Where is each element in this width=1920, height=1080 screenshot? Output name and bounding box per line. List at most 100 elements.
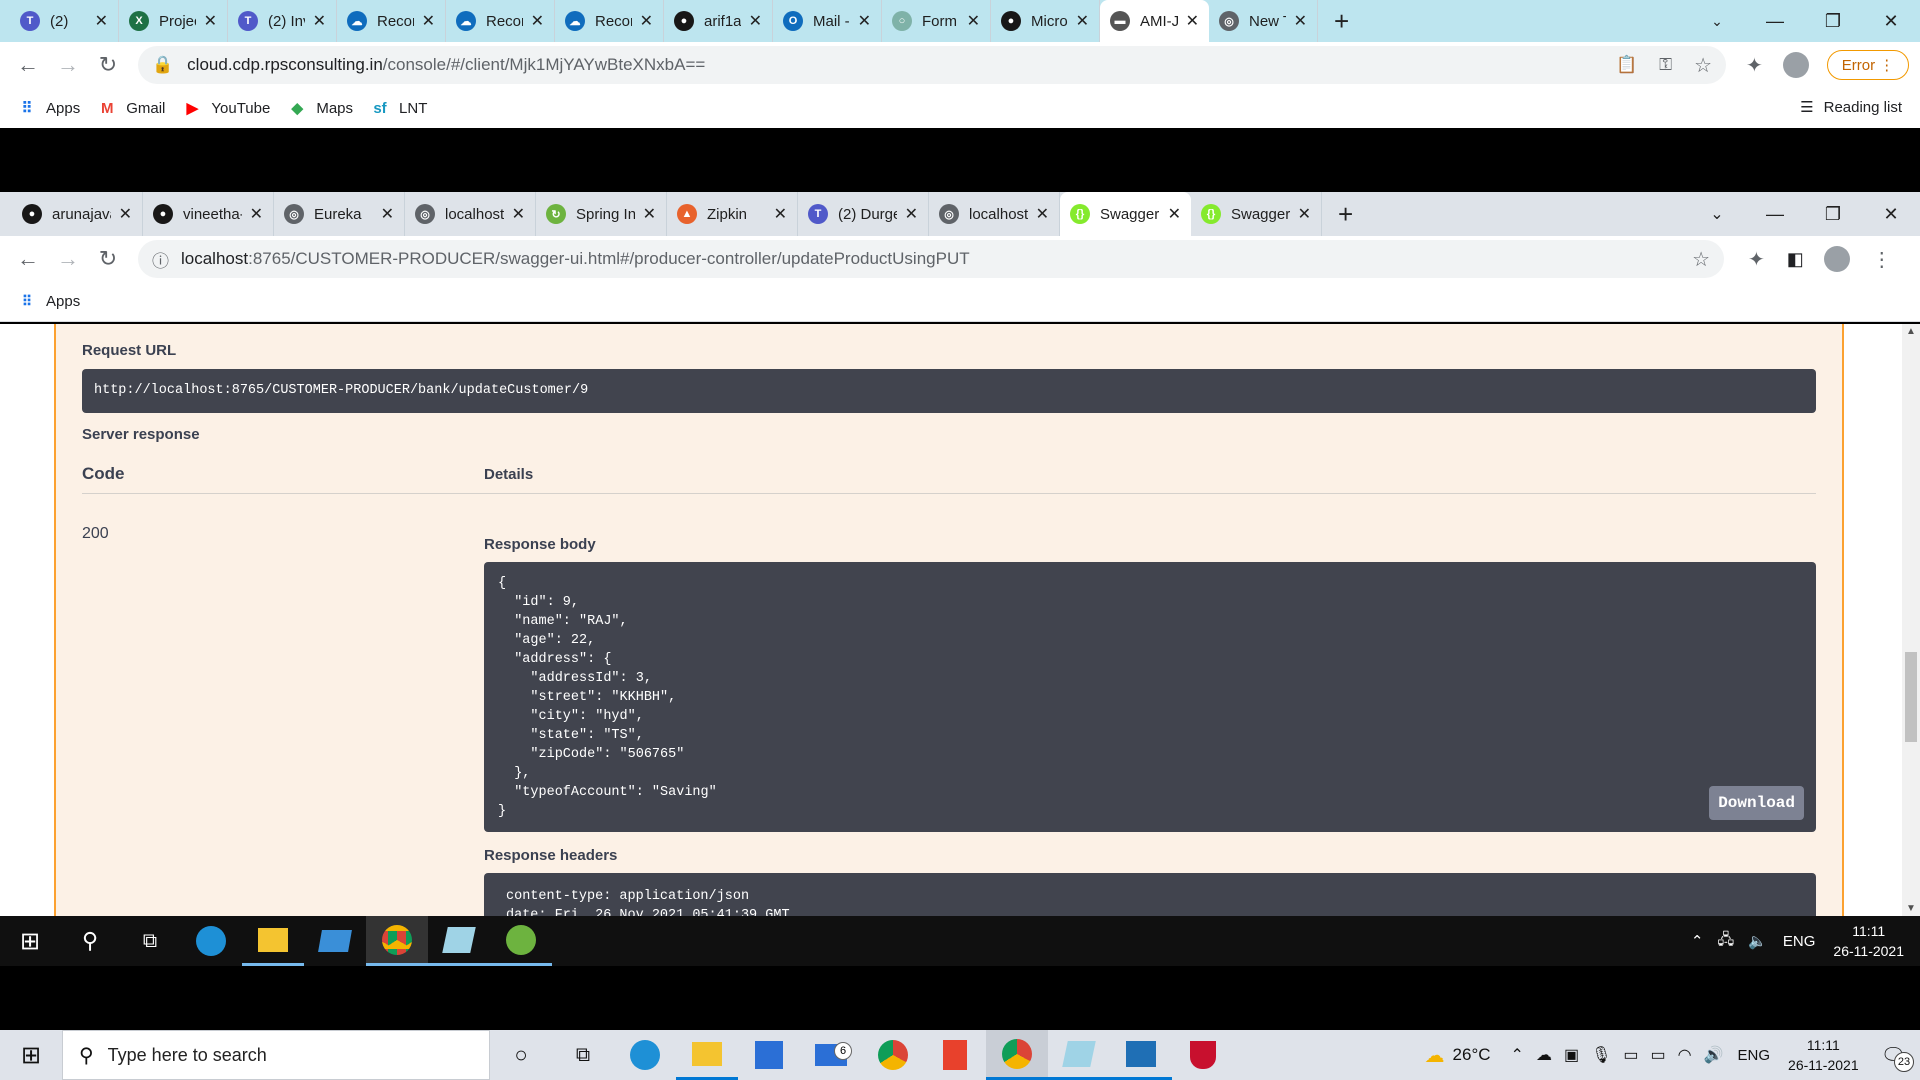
close-icon[interactable]: ✕ <box>1862 0 1920 42</box>
download-button[interactable]: Download <box>1709 786 1804 820</box>
menu-icon[interactable]: ⋮ <box>1872 247 1892 272</box>
search-icon[interactable]: ⚲ <box>60 928 120 954</box>
back-icon[interactable]: ← <box>8 246 48 272</box>
tab-close-icon[interactable]: ✕ <box>640 11 653 31</box>
new-tab-button[interactable]: + <box>1322 192 1369 236</box>
outer-tab[interactable]: ☁ Recordi ✕ <box>337 0 446 42</box>
chrome-profile-icon[interactable] <box>986 1030 1048 1080</box>
store-icon[interactable] <box>738 1041 800 1069</box>
bookmark-gmail[interactable]: M Gmail <box>98 99 165 117</box>
tray-chevron-icon[interactable]: ⌃ <box>1511 1045 1524 1065</box>
inner-tab[interactable]: ◎ Eureka ✕ <box>274 192 405 236</box>
outer-tab[interactable]: ◎ New Ta ✕ <box>1209 0 1318 42</box>
bookmark-maps[interactable]: ◆ Maps <box>288 99 353 118</box>
tab-close-icon[interactable]: ✕ <box>774 204 787 224</box>
windows-start-icon[interactable]: ⊞ <box>0 927 60 956</box>
outer-tab[interactable]: X Project5 ✕ <box>119 0 228 42</box>
tab-close-icon[interactable]: ✕ <box>422 11 435 31</box>
response-headers-code[interactable]: content-type: application/json date: Fri,… <box>506 887 1794 916</box>
language-indicator[interactable]: ENG <box>1738 1047 1771 1064</box>
file-explorer-icon[interactable] <box>242 916 304 966</box>
office-icon[interactable] <box>924 1040 986 1070</box>
outer-clock[interactable]: 11:11 26-11-2021 <box>1788 1035 1859 1075</box>
cortana-icon[interactable]: ○ <box>490 1042 552 1068</box>
inner-clock[interactable]: 11:11 26-11-2021 <box>1833 921 1904 961</box>
avatar[interactable] <box>1782 52 1809 78</box>
tab-close-icon[interactable]: ✕ <box>967 11 980 31</box>
inner-tab[interactable]: ◎ localhost:87 ✕ <box>929 192 1060 236</box>
tab-search-icon[interactable]: ⌄ <box>1688 192 1746 236</box>
tab-close-icon[interactable]: ✕ <box>250 204 263 224</box>
volume-icon[interactable]: 🔊 <box>1704 1045 1724 1065</box>
tab-close-icon[interactable]: ✕ <box>858 11 871 31</box>
outer-address-bar[interactable]: 🔒 cloud.cdp.rpsconsulting.in /console/#/… <box>138 46 1726 84</box>
inner-tab[interactable]: ↻ Spring Initia ✕ <box>536 192 667 236</box>
side-panel-icon[interactable]: ◧ <box>1787 249 1804 270</box>
extensions-icon[interactable]: ✦ <box>1748 247 1765 272</box>
close-icon[interactable]: ✕ <box>1862 192 1920 236</box>
scroll-thumb[interactable] <box>1905 652 1917 742</box>
network-icon[interactable]: 🖧 <box>1717 929 1734 954</box>
onedrive-icon[interactable]: ☁ <box>1536 1045 1552 1065</box>
tab-close-icon[interactable]: ✕ <box>905 204 918 224</box>
camera-icon[interactable]: ▣ <box>1564 1045 1579 1065</box>
back-icon[interactable]: ← <box>8 52 48 78</box>
spring-tool-icon[interactable] <box>490 916 552 966</box>
outer-tab[interactable]: ● arif1ans ✕ <box>664 0 773 42</box>
tab-close-icon[interactable]: ✕ <box>643 204 656 224</box>
star-icon[interactable]: ☆ <box>1692 247 1710 272</box>
tab-close-icon[interactable]: ✕ <box>531 11 544 31</box>
forward-icon[interactable]: → <box>48 52 88 78</box>
photos-icon[interactable] <box>1110 1030 1172 1080</box>
inner-tab[interactable]: ◎ localhost ✕ <box>405 192 536 236</box>
inner-tab[interactable]: {} Swagger UI ✕ <box>1191 192 1322 236</box>
task-view-icon[interactable]: ⧉ <box>120 930 180 953</box>
restore-icon[interactable]: ❐ <box>1804 192 1862 236</box>
reload-icon[interactable]: ↻ <box>88 52 128 78</box>
inner-tab[interactable]: T (2) Durgesh ✕ <box>798 192 929 236</box>
avatar[interactable] <box>1823 246 1850 272</box>
inner-tab[interactable]: ● vineetha-vi ✕ <box>143 192 274 236</box>
reading-list[interactable]: ☰ Reading list <box>1800 98 1902 117</box>
page-scrollbar[interactable]: ▲ ▼ <box>1902 324 1920 916</box>
outer-tab[interactable]: T (2) ✕ <box>10 0 119 42</box>
outer-tab[interactable]: ☁ Recordi ✕ <box>555 0 664 42</box>
scroll-up-icon[interactable]: ▲ <box>1906 326 1916 337</box>
battery-icon[interactable]: ▭ <box>1651 1045 1666 1065</box>
outer-tab[interactable]: ▬ AMI-JF ✕ <box>1100 0 1209 42</box>
windows-start-icon[interactable]: ⊞ <box>0 1041 62 1070</box>
mail-icon[interactable]: 6 <box>800 1042 862 1066</box>
microphone-icon[interactable]: 🎙 <box>1591 1045 1611 1065</box>
language-indicator[interactable]: ENG <box>1783 933 1816 950</box>
outer-tab[interactable]: T (2) Invit ✕ <box>228 0 337 42</box>
tab-close-icon[interactable]: ✕ <box>1294 11 1307 31</box>
outer-tab[interactable]: ○ Form - I ✕ <box>882 0 991 42</box>
file-explorer-icon[interactable] <box>676 1030 738 1080</box>
tab-close-icon[interactable]: ✕ <box>1036 204 1049 224</box>
tab-close-icon[interactable]: ✕ <box>1076 11 1089 31</box>
outer-tab[interactable]: ☁ Recordi ✕ <box>446 0 555 42</box>
inner-tab[interactable]: {} Swagger UI ✕ <box>1060 192 1191 236</box>
taskbar-search[interactable]: ⚲ Type here to search <box>62 1030 490 1080</box>
notification-icon[interactable]: 🗨 23 <box>1881 1043 1914 1072</box>
tab-close-icon[interactable]: ✕ <box>119 204 132 224</box>
forward-icon[interactable]: → <box>48 246 88 272</box>
weather-icon[interactable]: ☁ <box>1425 1043 1445 1068</box>
clipboard-icon[interactable]: 📋 <box>1616 55 1637 75</box>
tab-close-icon[interactable]: ✕ <box>1186 11 1199 31</box>
inner-tab[interactable]: ▲ Zipkin ✕ <box>667 192 798 236</box>
edge-icon[interactable] <box>180 926 242 956</box>
tab-search-icon[interactable]: ⌄ <box>1688 0 1746 42</box>
tab-close-icon[interactable]: ✕ <box>313 11 326 31</box>
error-chip[interactable]: Error ⋮ <box>1826 50 1910 80</box>
tray-chevron-icon[interactable]: ⌃ <box>1691 932 1704 950</box>
reload-icon[interactable]: ↻ <box>88 246 128 272</box>
restore-icon[interactable]: ❐ <box>1804 0 1862 42</box>
tab-close-icon[interactable]: ✕ <box>749 11 762 31</box>
bookmark-apps[interactable]: ⠿ Apps <box>18 293 80 311</box>
remote-app-icon[interactable] <box>428 916 490 966</box>
extensions-icon[interactable]: ✦ <box>1746 53 1763 78</box>
bookmark-lnt[interactable]: sf LNT <box>371 99 427 117</box>
remote-desktop-icon[interactable] <box>1048 1030 1110 1080</box>
edge-icon[interactable] <box>614 1040 676 1070</box>
